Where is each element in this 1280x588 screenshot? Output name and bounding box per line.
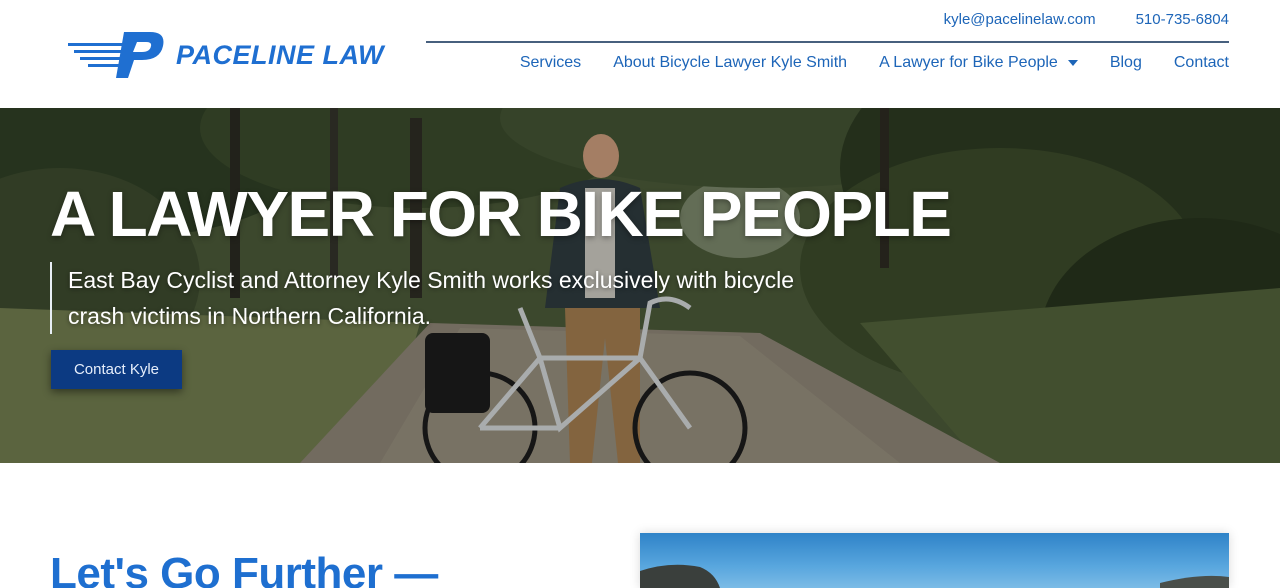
email-link[interactable]: kyle@pacelinelaw.com — [944, 11, 1096, 28]
nav-item-label: Services — [519, 54, 582, 71]
paceline-p-logo-icon — [68, 32, 164, 78]
nav-item-lawyer-for-bike-people[interactable]: A Lawyer for Bike People — [879, 54, 1078, 72]
nav-item-services[interactable]: Services — [520, 54, 581, 72]
logo-link[interactable]: PACELINE LAW — [66, 30, 384, 80]
feature-image — [640, 533, 1229, 588]
nav-item-label: About Bicycle Lawyer Kyle Smith — [613, 54, 848, 71]
brand-name: PACELINE LAW — [176, 39, 384, 70]
hero-subtitle: East Bay Cyclist and Attorney Kyle Smith… — [50, 262, 810, 334]
nav-item-contact[interactable]: Contact — [1174, 54, 1229, 72]
contact-kyle-button[interactable]: Contact Kyle — [51, 350, 182, 389]
landscape-photo — [640, 564, 1229, 588]
nav-item-about[interactable]: About Bicycle Lawyer Kyle Smith — [613, 54, 847, 72]
section-heading: Let's Go Further — — [50, 549, 438, 588]
hero-section: A LAWYER FOR BIKE PEOPLE East Bay Cyclis… — [0, 108, 1280, 463]
nav-item-label: Blog — [1109, 54, 1142, 71]
main-nav: Services About Bicycle Lawyer Kyle Smith… — [520, 54, 1229, 72]
nav-item-label: A Lawyer for Bike People — [879, 54, 1058, 71]
caret-down-icon — [1067, 60, 1078, 66]
nav-item-label: Contact — [1173, 54, 1229, 71]
site-header: PACELINE LAW kyle@pacelinelaw.com 510-73… — [0, 0, 1280, 108]
hero-title: A LAWYER FOR BIKE PEOPLE — [50, 178, 952, 250]
phone-link[interactable]: 510-735-6804 — [1136, 11, 1229, 28]
nav-item-blog[interactable]: Blog — [1110, 54, 1142, 72]
contact-line: kyle@pacelinelaw.com 510-735-6804 — [944, 11, 1229, 28]
header-divider — [426, 41, 1229, 43]
